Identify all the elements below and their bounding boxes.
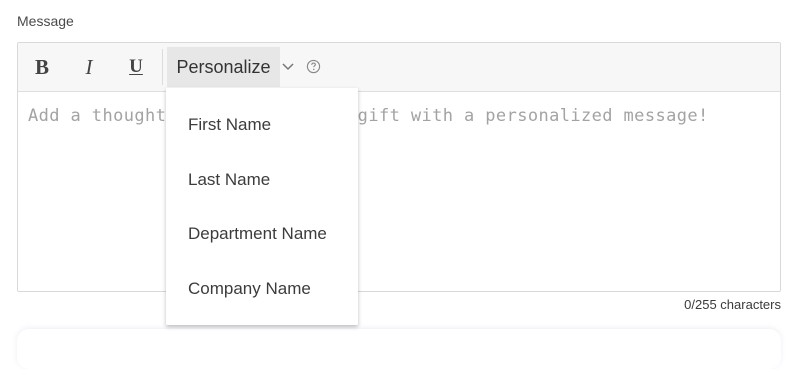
next-section-card [17, 329, 781, 369]
italic-button[interactable]: I [74, 53, 104, 81]
message-editor: B I U Personalize [17, 42, 781, 292]
message-textarea[interactable] [18, 92, 780, 291]
message-label: Message [17, 13, 74, 29]
personalize-button[interactable]: Personalize [167, 47, 280, 87]
toolbar-divider [162, 49, 163, 85]
chevron-down-icon[interactable] [280, 58, 296, 74]
question-circle-icon[interactable] [306, 59, 321, 74]
personalize-dropdown-menu: First Name Last Name Department Name Com… [166, 88, 358, 325]
menu-item-department-name[interactable]: Department Name [166, 209, 358, 259]
bold-button[interactable]: B [27, 53, 57, 81]
menu-item-last-name[interactable]: Last Name [166, 155, 358, 205]
menu-item-first-name[interactable]: First Name [166, 100, 358, 150]
underline-button[interactable]: U [121, 53, 151, 81]
editor-toolbar: B I U Personalize [18, 43, 780, 92]
character-counter: 0/255 characters [684, 297, 781, 312]
menu-item-company-name[interactable]: Company Name [166, 264, 358, 314]
